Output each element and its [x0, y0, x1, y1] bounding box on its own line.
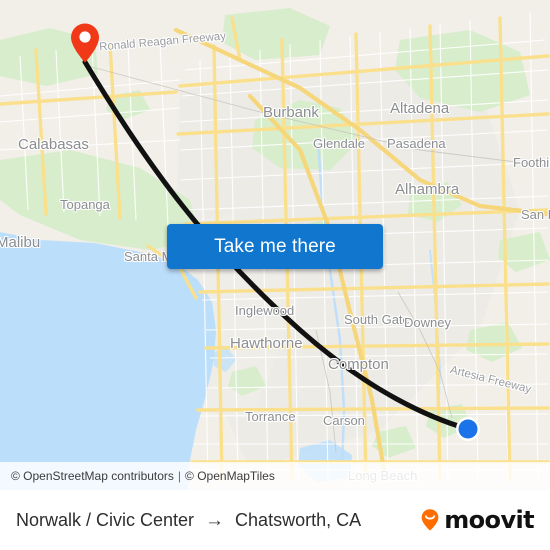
attribution-osm[interactable]: © OpenStreetMap contributors — [11, 469, 174, 483]
destination-dot-icon[interactable] — [455, 416, 481, 442]
route-destination-label: Chatsworth, CA — [235, 509, 362, 530]
route-arrow-icon: → — [205, 509, 225, 531]
footer-bar: Norwalk / Civic Center → Chatsworth, CA … — [0, 490, 550, 550]
moovit-logo[interactable]: moovit — [417, 506, 535, 534]
take-me-there-button[interactable]: Take me there — [167, 224, 383, 269]
route-summary: Norwalk / Civic Center → Chatsworth, CA — [16, 510, 361, 531]
map-attribution: © OpenStreetMap contributors | © OpenMap… — [0, 462, 550, 490]
map-canvas[interactable]: Ronald Reagan Freeway Burbank Altadena Cala… — [0, 0, 550, 490]
moovit-pin-icon — [421, 509, 439, 531]
route-origin-label: Norwalk / Civic Center — [16, 509, 195, 530]
moovit-route-map-card: Ronald Reagan Freeway Burbank Altadena Cala… — [0, 0, 550, 550]
attribution-separator: | — [177, 469, 182, 483]
origin-pin-icon[interactable] — [69, 22, 101, 64]
attribution-openmaptiles[interactable]: © OpenMapTiles — [185, 469, 275, 483]
moovit-wordmark: moovit — [444, 506, 534, 534]
